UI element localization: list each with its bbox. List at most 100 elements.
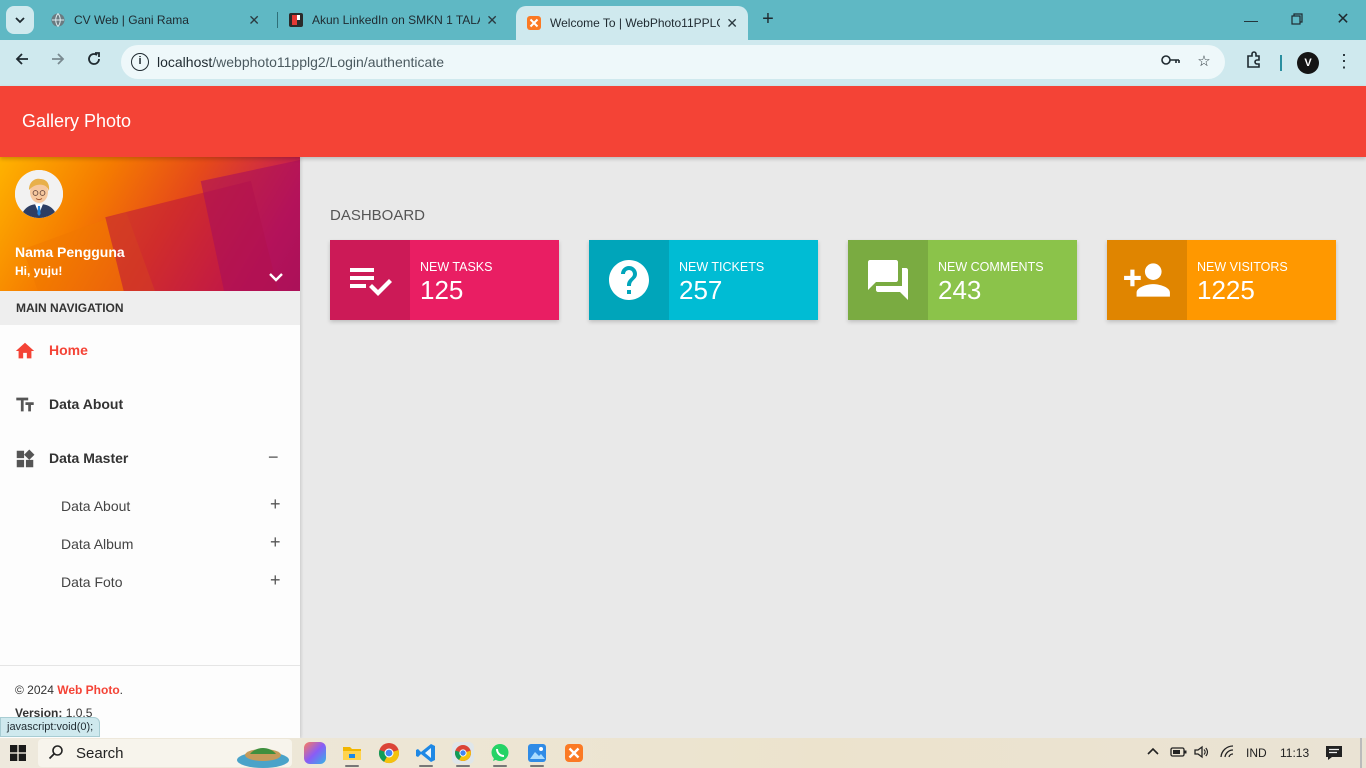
info-box-label: NEW TASKS [420, 260, 493, 274]
browser-tab-2[interactable]: Akun LinkedIn on SMKN 1 TALA ✕ [278, 6, 508, 34]
toolbar-divider [1280, 55, 1282, 71]
main-content: DASHBOARD NEW TASKS 125 NEW TICKETS 257 … [300, 157, 1366, 738]
whatsapp-icon[interactable] [489, 742, 511, 767]
sidebar-subitem-data-album[interactable]: Data Album + [0, 528, 300, 560]
info-box-value: 257 [679, 275, 723, 305]
taskbar-search-box[interactable]: Search [38, 739, 292, 768]
clock[interactable]: 11:13 [1280, 746, 1309, 760]
browser-toolbar: i localhost/webphoto11pplg2/Login/authen… [0, 40, 1366, 86]
brand-link[interactable]: Web Photo [57, 683, 119, 697]
info-box-new-comments[interactable]: NEW COMMENTS 243 [848, 240, 1077, 320]
help-icon [609, 260, 649, 300]
browser-tab-3[interactable]: Welcome To | WebPhoto11PPLG ✕ [516, 6, 748, 40]
taskbar-search-label: Search [76, 745, 124, 762]
photos-icon[interactable] [526, 742, 548, 767]
main-navigation-header: MAIN NAVIGATION [0, 291, 300, 325]
xampp-icon[interactable] [563, 742, 585, 764]
new-tab-button[interactable]: + [756, 8, 780, 32]
info-box-new-tasks[interactable]: NEW TASKS 125 [330, 240, 559, 320]
sidebar-item-data-master[interactable]: Data Master − [0, 438, 300, 478]
expand-icon[interactable]: + [270, 570, 281, 591]
sidebar-subitem-data-foto[interactable]: Data Foto + [0, 566, 300, 598]
minimize-icon[interactable]: — [1236, 8, 1266, 32]
search-highlight-illustration [237, 748, 289, 768]
url-host: localhost [157, 54, 213, 70]
chrome-icon[interactable] [378, 742, 400, 764]
sidebar-item-label: Data Master [49, 450, 129, 466]
icon-container [1107, 240, 1187, 320]
tab-search-button[interactable] [6, 6, 34, 34]
close-icon[interactable]: ✕ [248, 12, 260, 29]
person-add-icon [1124, 263, 1170, 297]
address-bar[interactable]: i localhost/webphoto11pplg2/Login/authen… [121, 45, 1225, 79]
info-box-label: NEW TICKETS [679, 260, 765, 274]
info-box-new-tickets[interactable]: NEW TICKETS 257 [589, 240, 818, 320]
sidebar-subitem-label: Data About [61, 498, 131, 514]
app-header: Gallery Photo [0, 86, 1366, 157]
language-indicator[interactable]: IND [1246, 746, 1267, 760]
search-icon [48, 745, 63, 760]
restore-icon[interactable] [1282, 8, 1312, 32]
close-icon[interactable]: ✕ [726, 15, 738, 32]
site-info-icon[interactable]: i [131, 53, 149, 71]
back-icon[interactable] [10, 51, 34, 75]
sidebar-item-home[interactable]: Home [0, 330, 300, 370]
show-desktop-edge[interactable] [1360, 738, 1362, 768]
sidebar-subitem-label: Data Album [61, 536, 134, 552]
tab-title: Welcome To | WebPhoto11PPLG [550, 16, 721, 30]
chrome-profile-icon[interactable] [452, 742, 474, 767]
browser-tab-1[interactable]: CV Web | Gani Rama ✕ [40, 6, 270, 34]
chevron-down-icon [15, 17, 25, 24]
sidebar-subitem-label: Data Foto [61, 574, 123, 590]
password-key-icon[interactable] [1161, 53, 1181, 71]
avatar [15, 170, 63, 218]
info-box-value: 1225 [1197, 275, 1255, 305]
app-icon [289, 13, 303, 27]
info-box-new-visitors[interactable]: NEW VISITORS 1225 [1107, 240, 1336, 320]
text-fields-icon [16, 397, 34, 412]
info-box-label: NEW VISITORS [1197, 260, 1288, 274]
more-menu-icon[interactable]: ⋮ [1332, 51, 1356, 75]
chevron-down-icon[interactable] [266, 269, 286, 285]
user-name: Nama Pengguna [15, 244, 125, 260]
vscode-icon[interactable] [415, 742, 437, 767]
close-icon[interactable]: ✕ [486, 12, 498, 29]
expand-icon[interactable]: + [270, 532, 281, 553]
sidebar-item-data-about[interactable]: Data About [0, 384, 300, 424]
profile-avatar[interactable]: V [1297, 52, 1319, 74]
tab-title: CV Web | Gani Rama [74, 13, 189, 27]
url-text[interactable]: localhost/webphoto11pplg2/Login/authenti… [157, 54, 444, 70]
page-title: DASHBOARD [330, 207, 426, 224]
playlist-check-icon [350, 268, 392, 296]
info-box-value: 243 [938, 275, 982, 305]
close-window-icon[interactable]: ✕ [1328, 8, 1358, 32]
info-box-value: 125 [420, 275, 464, 305]
icon-container [330, 240, 410, 320]
tray-chevron-icon[interactable] [1146, 745, 1160, 762]
copyright-prefix: © 2024 [15, 683, 58, 697]
browser-tab-bar: CV Web | Gani Rama ✕ Akun LinkedIn on SM… [0, 0, 1366, 40]
extensions-icon[interactable] [1242, 51, 1266, 75]
user-info-panel: Nama Pengguna Hi, yuju! [0, 157, 300, 291]
forward-icon[interactable] [46, 51, 70, 75]
notification-icon[interactable] [1325, 745, 1343, 764]
sidebar-subitem-data-about[interactable]: Data About + [0, 490, 300, 522]
bookmark-star-icon[interactable]: ☆ [1194, 53, 1214, 71]
link-status-bubble: javascript:void(0); [0, 717, 101, 737]
reload-icon[interactable] [82, 51, 106, 75]
windows-taskbar: Search IND 11:13 [0, 738, 1366, 768]
volume-icon[interactable] [1193, 745, 1209, 762]
windows-start-icon[interactable] [10, 745, 26, 761]
expand-icon[interactable]: + [270, 494, 281, 515]
info-box-label: NEW COMMENTS [938, 260, 1044, 274]
collapse-icon[interactable]: − [268, 447, 279, 468]
file-explorer-icon[interactable] [341, 742, 363, 767]
copyright-suffix: . [119, 683, 123, 697]
home-icon [15, 342, 35, 359]
icon-container [589, 240, 669, 320]
left-sidebar: Nama Pengguna Hi, yuju! MAIN NAVIGATION … [0, 157, 300, 738]
wifi-icon[interactable] [1219, 745, 1235, 762]
battery-icon[interactable] [1170, 745, 1188, 762]
app-title[interactable]: Gallery Photo [22, 111, 131, 132]
copilot-icon[interactable] [304, 742, 326, 764]
